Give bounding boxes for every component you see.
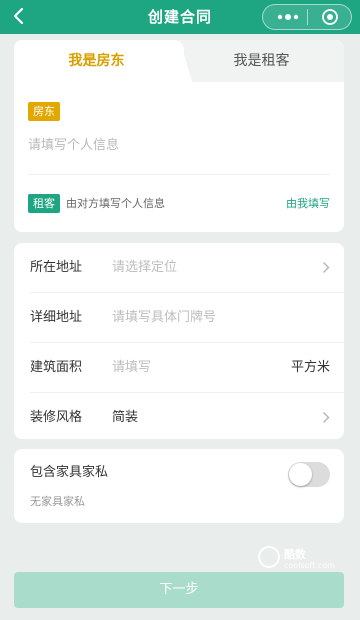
mini-program-capsule bbox=[262, 4, 352, 30]
furniture-card: 包含家具家私 无家具家私 bbox=[14, 449, 344, 523]
more-icon[interactable] bbox=[275, 9, 301, 25]
watermark-url: coolsoft.com bbox=[284, 561, 335, 570]
furniture-toggle[interactable] bbox=[288, 462, 330, 487]
row-label: 详细地址 bbox=[30, 310, 83, 325]
row-label: 所在地址 bbox=[30, 260, 83, 275]
watermark-logo-icon bbox=[258, 546, 280, 568]
area-input[interactable]: 请填写 bbox=[112, 343, 151, 392]
role-tab-bar: 我是房东 我是租客 bbox=[14, 40, 344, 82]
row-label: 装修风格 bbox=[30, 410, 83, 425]
detail-address-row: 详细地址 请填写具体门牌号 bbox=[14, 293, 344, 342]
detail-address-input[interactable]: 请填写具体门牌号 bbox=[112, 293, 216, 342]
tenant-badge: 租客 bbox=[28, 194, 60, 213]
capsule-divider bbox=[307, 9, 308, 25]
area-unit: 平方米 bbox=[290, 360, 330, 375]
row-label: 建筑面积 bbox=[30, 360, 83, 375]
chevron-right-icon bbox=[323, 412, 330, 423]
close-target-icon[interactable] bbox=[321, 8, 339, 26]
tab-landlord[interactable]: 我是房东 bbox=[14, 40, 179, 82]
tab-tenant[interactable]: 我是租客 bbox=[179, 40, 344, 82]
nav-bar: 创建合同 bbox=[0, 0, 360, 34]
party-card: 我是房东 我是租客 房东 请填写个人信息 租客 由对方填写个人信息 由我填写 bbox=[14, 40, 344, 232]
watermark-name: 酷数 bbox=[284, 548, 306, 561]
tenant-description: 由对方填写个人信息 bbox=[66, 197, 165, 210]
decoration-row[interactable]: 装修风格 简装 bbox=[14, 393, 344, 442]
furniture-label: 包含家具家私 bbox=[30, 465, 109, 480]
next-button[interactable]: 下一步 bbox=[14, 572, 344, 608]
decoration-select[interactable]: 简装 bbox=[112, 393, 138, 442]
landlord-info-input[interactable]: 请填写个人信息 bbox=[28, 135, 328, 157]
area-row: 建筑面积 请填写 平方米 bbox=[14, 343, 344, 392]
toggle-knob bbox=[289, 463, 312, 486]
landlord-badge: 房东 bbox=[28, 102, 60, 121]
fill-by-me-link[interactable]: 由我填写 bbox=[286, 194, 330, 213]
watermark: 酷数 coolsoft.com bbox=[258, 544, 354, 574]
address-card: 所在地址 请选择定位 详细地址 请填写具体门牌号 建筑面积 请填写 平方米 装修… bbox=[14, 243, 344, 439]
location-select[interactable]: 请选择定位 bbox=[112, 243, 177, 292]
furniture-status: 无家具家私 bbox=[30, 495, 85, 508]
chevron-right-icon bbox=[323, 262, 330, 273]
divider bbox=[28, 174, 330, 175]
location-row[interactable]: 所在地址 请选择定位 bbox=[14, 243, 344, 292]
